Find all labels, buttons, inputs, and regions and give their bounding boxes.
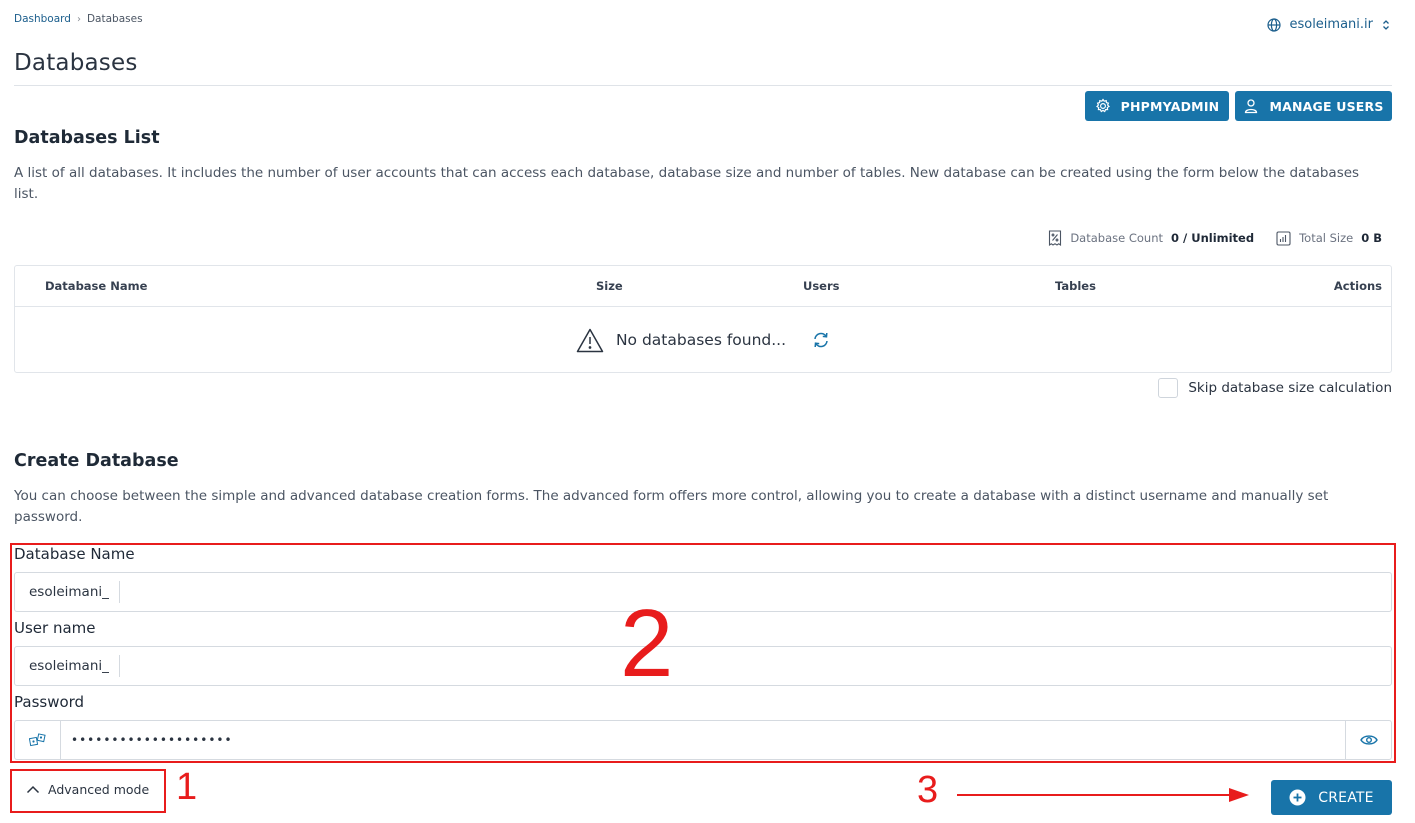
databases-table: Database Name Size Users Tables Actions …: [14, 265, 1392, 373]
database-count-label: Database Count: [1070, 231, 1164, 245]
user-switcher-username: esoleimani.ir: [1289, 17, 1373, 32]
gear-icon: [1095, 98, 1110, 113]
annotation-arrow-icon: [957, 788, 1249, 802]
annotation-number-1: 1: [176, 766, 198, 808]
annotation-number-3: 3: [917, 769, 939, 811]
total-size-value: 0 B: [1361, 231, 1382, 245]
create-button[interactable]: CREATE: [1271, 780, 1392, 815]
total-size-label: Total Size: [1299, 231, 1354, 245]
breadcrumb: Dashboard › Databases: [14, 13, 143, 25]
breadcrumb-separator: ›: [76, 13, 81, 25]
skip-size-label: Skip database size calculation: [1188, 380, 1392, 396]
plus-circle-icon: [1289, 789, 1306, 806]
create-label: CREATE: [1318, 789, 1374, 806]
skip-size-option[interactable]: Skip database size calculation: [1158, 378, 1392, 398]
table-header: Database Name Size Users Tables Actions: [15, 266, 1391, 307]
manage-users-label: MANAGE USERS: [1269, 98, 1384, 114]
column-header-database-name[interactable]: Database Name: [45, 279, 147, 293]
column-header-tables[interactable]: Tables: [1055, 279, 1096, 293]
refresh-icon[interactable]: [812, 331, 830, 349]
column-header-users[interactable]: Users: [803, 279, 840, 293]
database-count-icon: [1049, 230, 1062, 246]
databases-list-description: A list of all databases. It includes the…: [14, 165, 1360, 202]
annotation-box-advanced-mode: [10, 769, 166, 813]
database-count-value: 0 / Unlimited: [1171, 231, 1255, 245]
user-switcher[interactable]: esoleimani.ir: [1267, 17, 1391, 32]
annotation-box-form: [10, 543, 1396, 763]
total-size-stat: Total Size 0 B: [1276, 230, 1382, 246]
column-header-size[interactable]: Size: [596, 279, 623, 293]
create-database-title: Create Database: [14, 451, 179, 471]
phpmyadmin-button[interactable]: PHPMYADMIN: [1085, 91, 1229, 121]
chart-icon: [1276, 230, 1291, 246]
table-empty-row: No databases found...: [15, 307, 1391, 373]
title-divider: [14, 85, 1392, 86]
breadcrumb-current: Databases: [86, 13, 143, 25]
manage-users-button[interactable]: MANAGE USERS: [1235, 91, 1392, 121]
empty-message: No databases found...: [615, 331, 787, 349]
database-count-stat: Database Count 0 / Unlimited: [1048, 230, 1254, 246]
warning-icon: [576, 328, 604, 352]
column-header-actions: Actions: [1333, 279, 1382, 293]
skip-size-checkbox[interactable]: [1158, 378, 1179, 398]
chevron-updown-icon: [1383, 19, 1389, 30]
globe-icon: [1267, 17, 1282, 32]
phpmyadmin-label: PHPMYADMIN: [1120, 98, 1220, 114]
databases-list-title: Databases List: [14, 128, 160, 148]
database-stats: Database Count 0 / Unlimited Total Size …: [1048, 230, 1382, 246]
create-database-description: You can choose between the simple and ad…: [14, 488, 1329, 525]
page-title: Databases: [14, 50, 138, 76]
annotation-number-2: 2: [620, 590, 674, 697]
user-icon: [1245, 99, 1258, 114]
breadcrumb-dashboard-link[interactable]: Dashboard: [14, 13, 71, 25]
